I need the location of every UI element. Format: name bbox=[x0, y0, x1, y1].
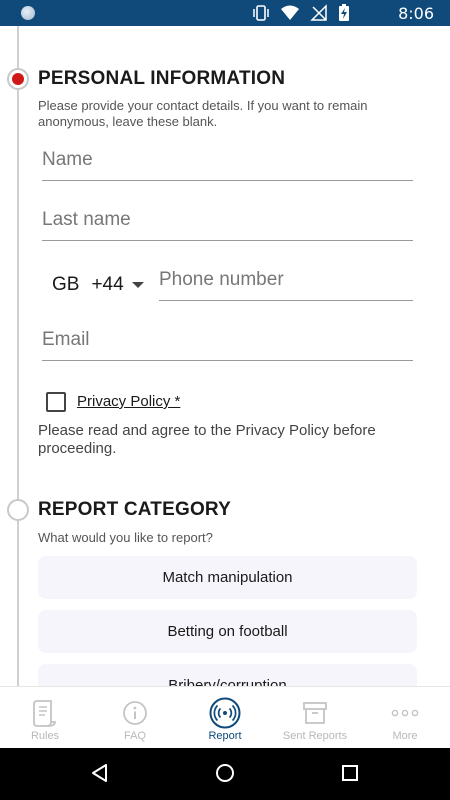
section-title-personal: PERSONAL INFORMATION bbox=[38, 68, 286, 89]
status-time: 8:06 bbox=[398, 4, 434, 23]
nav-faq[interactable]: FAQ bbox=[90, 687, 180, 749]
nav-label-sent-reports: Sent Reports bbox=[282, 730, 348, 742]
category-match-manipulation-button[interactable]: Match manipulation bbox=[38, 556, 417, 599]
dropdown-arrow-icon bbox=[131, 282, 144, 288]
status-icons bbox=[252, 4, 350, 22]
category-bribery-corruption-button[interactable]: Bribery/corruption bbox=[38, 664, 417, 686]
system-navigation-bar bbox=[0, 748, 450, 800]
nav-label-faq: FAQ bbox=[123, 730, 146, 742]
email-field[interactable]: Email bbox=[42, 325, 413, 361]
info-icon bbox=[122, 697, 148, 729]
phone-number-field[interactable]: Phone number bbox=[159, 265, 413, 301]
broadcast-icon bbox=[209, 697, 241, 729]
wifi-icon bbox=[281, 5, 299, 20]
status-bar: 8:06 bbox=[0, 0, 450, 26]
step-marker-personal-active bbox=[7, 68, 29, 90]
nav-label-report: Report bbox=[208, 730, 242, 742]
nav-report[interactable]: Report bbox=[180, 687, 270, 749]
email-placeholder: Email bbox=[42, 329, 90, 350]
back-triangle-icon[interactable] bbox=[90, 762, 110, 784]
privacy-policy-note: Please read and agree to the Privacy Pol… bbox=[38, 422, 376, 457]
dial-code: +44 bbox=[91, 274, 124, 295]
home-circle-icon[interactable] bbox=[214, 762, 236, 784]
recents-square-icon[interactable] bbox=[340, 762, 360, 784]
last-name-field[interactable]: Last name bbox=[42, 205, 413, 241]
nav-label-more: More bbox=[392, 730, 418, 742]
nav-rules[interactable]: Rules bbox=[0, 687, 90, 749]
vibrate-icon bbox=[253, 5, 269, 21]
step-marker-report-category bbox=[7, 499, 29, 521]
archive-box-icon bbox=[302, 697, 328, 729]
privacy-policy-link[interactable]: Privacy Policy * bbox=[77, 393, 180, 410]
privacy-policy-checkbox[interactable] bbox=[46, 392, 66, 412]
section-title-report-category: REPORT CATEGORY bbox=[38, 499, 232, 520]
report-form[interactable]: PERSONAL INFORMATION Please provide your… bbox=[0, 26, 450, 686]
country-code: GB bbox=[52, 274, 80, 295]
nav-sent-reports[interactable]: Sent Reports bbox=[270, 687, 360, 749]
last-name-placeholder: Last name bbox=[42, 209, 131, 230]
nav-label-rules: Rules bbox=[30, 730, 60, 742]
bottom-navigation: Rules FAQ Report Sent Reports More bbox=[0, 686, 450, 748]
section-subtitle-report-category: What would you like to report? bbox=[38, 530, 213, 545]
battery-charging-icon bbox=[339, 4, 349, 21]
category-betting-on-football-button[interactable]: Betting on football bbox=[38, 610, 417, 653]
no-signal-icon bbox=[310, 4, 327, 21]
step-timeline-line bbox=[17, 26, 19, 686]
name-placeholder: Name bbox=[42, 149, 93, 170]
country-code-dropdown[interactable]: GB +44 bbox=[52, 274, 144, 296]
notification-dot-icon bbox=[21, 6, 35, 20]
nav-more[interactable]: More bbox=[360, 687, 450, 749]
phone-placeholder: Phone number bbox=[159, 269, 284, 290]
name-field[interactable]: Name bbox=[42, 145, 413, 181]
more-dots-icon bbox=[391, 697, 419, 729]
section-subtitle-personal: Please provide your contact details. If … bbox=[38, 98, 368, 129]
rules-document-icon bbox=[32, 697, 58, 729]
